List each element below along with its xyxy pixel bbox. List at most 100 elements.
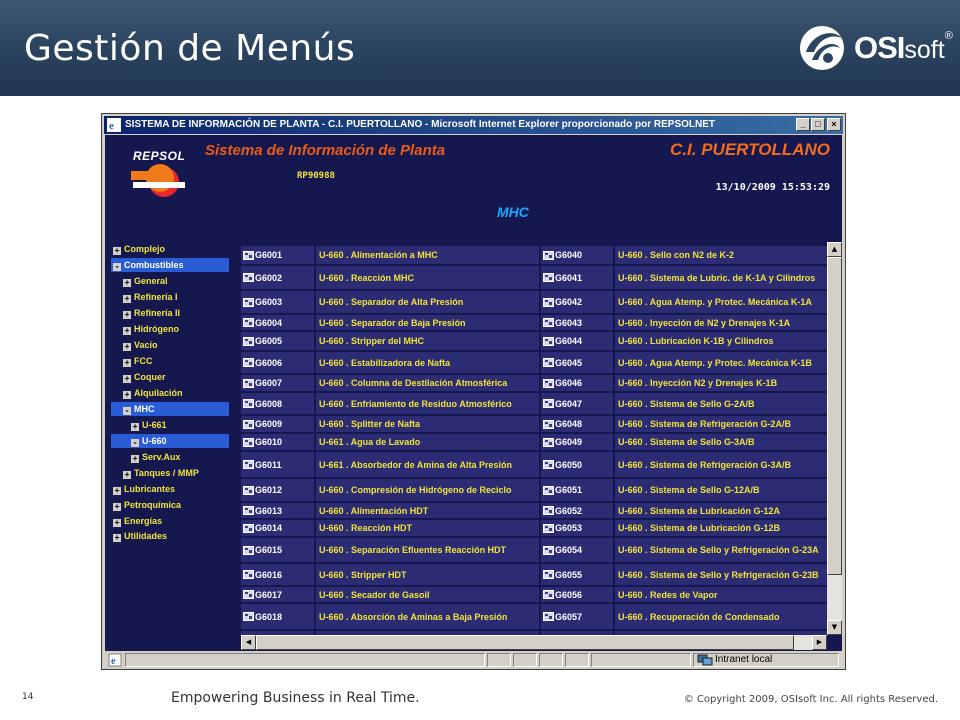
display-link-icon[interactable] <box>543 590 554 599</box>
display-link-icon[interactable] <box>243 437 254 447</box>
equipment-code-cell[interactable]: G6043 <box>541 315 613 330</box>
tree-item[interactable]: + Refinería I <box>111 290 229 304</box>
display-link-icon[interactable] <box>243 297 254 307</box>
equipment-desc-cell[interactable]: U-660 . Enfriamiento de Residuo Atmosfér… <box>316 393 539 414</box>
expand-icon[interactable]: + <box>113 247 121 255</box>
equipment-desc-cell[interactable]: U-660 . Redes de Vapor <box>615 587 827 602</box>
tree-item[interactable]: + Vacío <box>111 338 229 352</box>
display-link-icon[interactable] <box>243 358 254 367</box>
equipment-code-cell[interactable]: G6009 <box>241 416 314 432</box>
equipment-desc-cell[interactable]: U-660 . Sistema de Sello G-12A/B <box>615 479 827 501</box>
display-link-icon[interactable] <box>543 399 554 408</box>
collapse-icon[interactable]: - <box>123 407 131 415</box>
equipment-code-cell[interactable]: G6041 <box>541 266 613 289</box>
tree-item[interactable]: - MHC <box>111 402 229 416</box>
display-link-icon[interactable] <box>543 506 554 515</box>
equipment-desc-cell[interactable]: U-660 . Estabilizadora de Nafta <box>316 352 539 373</box>
expand-icon[interactable]: + <box>113 487 121 495</box>
equipment-desc-cell[interactable]: U-660 . Sello con N2 de K-2 <box>615 246 827 264</box>
equipment-code-cell[interactable]: G6050 <box>541 452 613 477</box>
close-button[interactable]: × <box>827 118 841 131</box>
equipment-code-cell[interactable]: G6015 <box>241 538 314 562</box>
equipment-code-cell[interactable]: G6044 <box>541 332 613 350</box>
display-link-icon[interactable] <box>543 612 554 621</box>
display-link-icon[interactable] <box>243 506 254 515</box>
display-link-icon[interactable] <box>543 419 554 429</box>
equipment-code-cell[interactable]: G6008 <box>241 393 314 414</box>
equipment-desc-cell[interactable]: U-660 . Agua Atemp. y Protec. Mecánica K… <box>615 352 827 373</box>
display-link-icon[interactable] <box>243 273 254 282</box>
equipment-desc-cell[interactable]: U-660 . Stripper HDT <box>316 564 539 585</box>
expand-icon[interactable]: + <box>123 359 131 367</box>
equipment-code-cell[interactable]: G6047 <box>541 393 613 414</box>
display-link-icon[interactable] <box>243 318 254 327</box>
expand-icon[interactable]: + <box>131 423 139 431</box>
tree-item[interactable]: + Hidrógeno <box>111 322 229 336</box>
display-link-icon[interactable] <box>543 570 554 579</box>
equipment-code-cell[interactable]: G6005 <box>241 332 314 350</box>
tree-item[interactable]: - Combustibles <box>111 258 229 272</box>
equipment-desc-cell[interactable]: U-660 . Alimentación HDT <box>316 503 539 518</box>
display-link-icon[interactable] <box>243 545 254 555</box>
equipment-code-cell[interactable]: G6018 <box>241 604 314 629</box>
equipment-code-cell[interactable]: G6004 <box>241 315 314 330</box>
equipment-desc-cell[interactable]: U-660 . Agua Atemp. y Protec. Mecánica K… <box>615 291 827 313</box>
equipment-code-cell[interactable]: G6001 <box>241 246 314 264</box>
display-link-icon[interactable] <box>243 485 254 495</box>
equipment-code-cell[interactable]: G6048 <box>541 416 613 432</box>
scroll-right-button[interactable]: ▶ <box>812 635 827 650</box>
display-link-icon[interactable] <box>543 523 554 533</box>
expand-icon[interactable]: + <box>123 471 131 479</box>
equipment-desc-cell[interactable]: U-660 . Alimentación a MHC <box>316 246 539 264</box>
equipment-desc-cell[interactable]: U-660 . Separador de Alta Presión <box>316 291 539 313</box>
equipment-desc-cell[interactable]: U-660 . Reacción MHC <box>316 266 539 289</box>
display-link-icon[interactable] <box>543 250 554 260</box>
tree-item[interactable]: + Lubricantes <box>111 482 229 496</box>
equipment-code-cell[interactable]: G6007 <box>241 375 314 391</box>
scroll-down-button[interactable]: ▼ <box>827 620 842 635</box>
equipment-code-cell[interactable]: G6045 <box>541 352 613 373</box>
equipment-code-cell[interactable]: G6002 <box>241 266 314 289</box>
tree-item[interactable]: + U-661 <box>111 418 229 432</box>
expand-icon[interactable]: + <box>123 391 131 399</box>
window-titlebar[interactable]: e SISTEMA DE INFORMACIÓN DE PLANTA - C.I… <box>104 116 843 134</box>
display-link-icon[interactable] <box>243 378 254 388</box>
tree-item[interactable]: + Petroquímica <box>111 498 229 512</box>
tree-item[interactable]: + FCC <box>111 354 229 368</box>
display-link-icon[interactable] <box>543 485 554 495</box>
equipment-desc-cell[interactable]: U-660 . Sistema de Refrigeración G-2A/B <box>615 416 827 432</box>
tree-item[interactable]: + Tanques / MMP <box>111 466 229 480</box>
equipment-code-cell[interactable]: G6052 <box>541 503 613 518</box>
equipment-desc-cell[interactable]: U-660 . Columna de Destilación Atmosféri… <box>316 375 539 391</box>
equipment-code-cell[interactable]: G6013 <box>241 503 314 518</box>
horizontal-scrollbar[interactable]: ◀ ▶ <box>241 635 827 650</box>
tree-item[interactable]: + Utilidades <box>111 529 229 543</box>
display-link-icon[interactable] <box>243 336 254 346</box>
expand-icon[interactable]: + <box>123 279 131 287</box>
equipment-code-cell[interactable]: G6011 <box>241 452 314 477</box>
vertical-scroll-thumb[interactable] <box>827 257 842 575</box>
collapse-icon[interactable]: - <box>113 263 121 271</box>
equipment-desc-cell[interactable]: U-660 . Sistema de Lubricación G-12A <box>615 503 827 518</box>
display-link-icon[interactable] <box>543 358 554 367</box>
display-link-icon[interactable] <box>243 419 254 429</box>
equipment-desc-cell[interactable]: U-660 . Sistema de Refrigeración G-3A/B <box>615 452 827 477</box>
display-link-icon[interactable] <box>243 570 254 579</box>
expand-icon[interactable]: + <box>123 375 131 383</box>
equipment-code-cell[interactable]: G6057 <box>541 604 613 629</box>
equipment-desc-cell[interactable]: U-660 . Compresión de Hidrógeno de Recic… <box>316 479 539 501</box>
equipment-code-cell[interactable]: G6056 <box>541 587 613 602</box>
equipment-code-cell[interactable]: G6003 <box>241 291 314 313</box>
equipment-code-cell[interactable]: G6016 <box>241 564 314 585</box>
display-link-icon[interactable] <box>243 399 254 408</box>
display-link-icon[interactable] <box>243 523 254 533</box>
equipment-desc-cell[interactable]: U-661 . Absorbedor de Amina de Alta Pres… <box>316 452 539 477</box>
expand-icon[interactable]: + <box>123 295 131 303</box>
expand-icon[interactable]: + <box>113 519 121 527</box>
equipment-code-cell[interactable]: G6054 <box>541 538 613 562</box>
tree-item[interactable]: - U-660 <box>111 434 229 448</box>
display-link-icon[interactable] <box>243 590 254 599</box>
equipment-desc-cell[interactable]: U-660 . Stripper del MHC <box>316 332 539 350</box>
equipment-desc-cell[interactable]: U-660 . Sistema de Lubricación G-12B <box>615 520 827 536</box>
equipment-code-cell[interactable]: G6046 <box>541 375 613 391</box>
